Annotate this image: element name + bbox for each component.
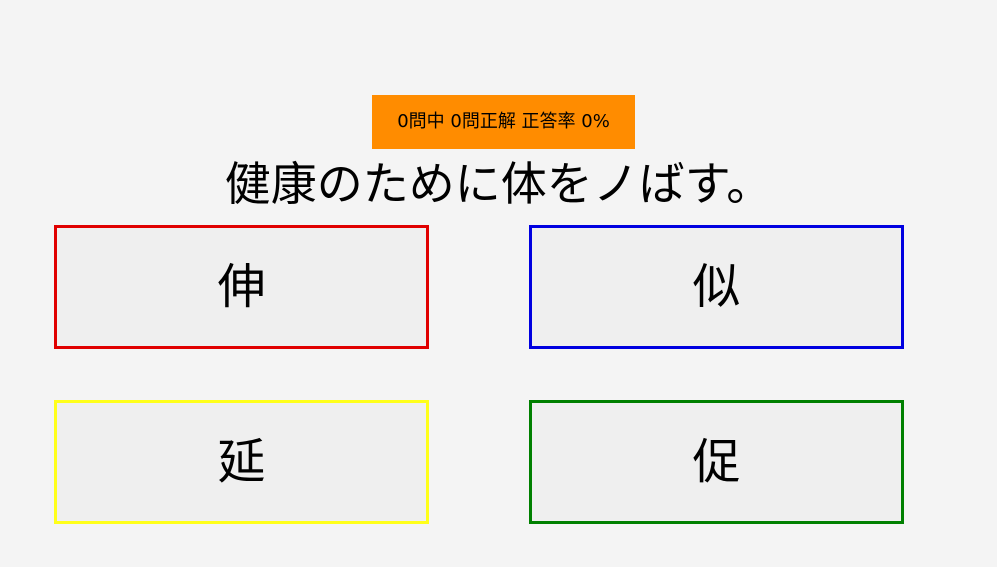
score-badge: 0問中 0問正解 正答率 0% [372, 95, 635, 149]
choice-button-1[interactable]: 伸 [54, 225, 429, 349]
question-text: 健康のために体をノばす。 [224, 157, 773, 211]
choice-button-3[interactable]: 延 [54, 400, 429, 524]
choice-button-4[interactable]: 促 [529, 400, 904, 524]
choice-button-2[interactable]: 似 [529, 225, 904, 349]
